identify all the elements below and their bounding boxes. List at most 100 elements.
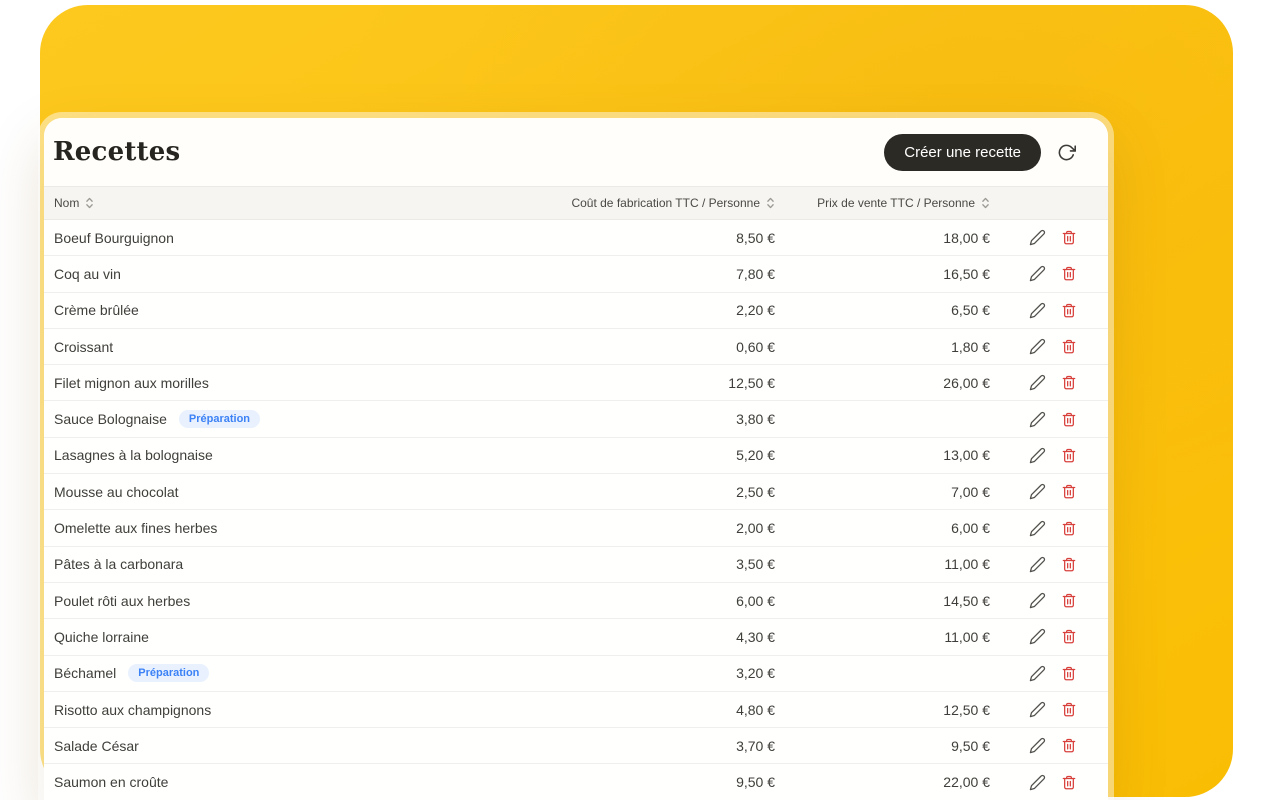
trash-icon (1061, 229, 1077, 246)
column-label: Coût de fabrication TTC / Personne (571, 196, 760, 210)
edit-button[interactable] (1028, 519, 1046, 537)
trash-icon (1061, 592, 1077, 609)
recipe-name: Saumon en croûte (54, 774, 168, 790)
column-label: Nom (54, 196, 79, 210)
pencil-icon (1029, 229, 1046, 246)
delete-button[interactable] (1060, 628, 1078, 646)
recipe-cost: 9,50 € (555, 774, 775, 790)
edit-button[interactable] (1028, 483, 1046, 501)
edit-button[interactable] (1028, 229, 1046, 247)
delete-button[interactable] (1060, 374, 1078, 392)
recipe-name-cell: Quiche lorraine (54, 629, 555, 645)
sort-icon (981, 196, 990, 210)
pencil-icon (1029, 483, 1046, 500)
recipe-name: Pâtes à la carbonara (54, 556, 183, 572)
table-row: Boeuf Bourguignon 8,50 € 18,00 € (44, 220, 1108, 256)
recipe-name: Coq au vin (54, 266, 121, 282)
delete-button[interactable] (1060, 301, 1078, 319)
table-row: Quiche lorraine 4,30 € 11,00 € (44, 619, 1108, 655)
recipe-name-cell: Poulet rôti aux herbes (54, 593, 555, 609)
edit-button[interactable] (1028, 338, 1046, 356)
delete-button[interactable] (1060, 483, 1078, 501)
recipe-name: Mousse au chocolat (54, 484, 179, 500)
refresh-button[interactable] (1054, 140, 1078, 164)
recipe-cost: 6,00 € (555, 593, 775, 609)
sort-icon (766, 196, 775, 210)
recipe-name: Sauce Bolognaise (54, 411, 167, 427)
delete-button[interactable] (1060, 555, 1078, 573)
row-actions (990, 701, 1086, 719)
column-header-prix[interactable]: Prix de vente TTC / Personne (775, 196, 990, 210)
row-actions (990, 737, 1086, 755)
edit-button[interactable] (1028, 301, 1046, 319)
recipe-cost: 3,20 € (555, 665, 775, 681)
recipe-cost: 8,50 € (555, 230, 775, 246)
edit-button[interactable] (1028, 410, 1046, 428)
delete-button[interactable] (1060, 446, 1078, 464)
delete-button[interactable] (1060, 519, 1078, 537)
pencil-icon (1029, 665, 1046, 682)
recipe-cost: 0,60 € (555, 339, 775, 355)
pencil-icon (1029, 411, 1046, 428)
pencil-icon (1029, 520, 1046, 537)
recipe-cost: 4,30 € (555, 629, 775, 645)
recipe-name-cell: Boeuf Bourguignon (54, 230, 555, 246)
recipe-name-cell: Salade César (54, 738, 555, 754)
trash-icon (1061, 483, 1077, 500)
recipe-name: Omelette aux fines herbes (54, 520, 217, 536)
create-recipe-button[interactable]: Créer une recette (884, 134, 1041, 171)
recipe-cost: 3,80 € (555, 411, 775, 427)
recipe-cost: 12,50 € (555, 375, 775, 391)
recipe-name-cell: Risotto aux champignons (54, 702, 555, 718)
trash-icon (1061, 701, 1077, 718)
card-header: Recettes Créer une recette (44, 118, 1108, 186)
edit-button[interactable] (1028, 737, 1046, 755)
recipe-name-cell: Saumon en croûte (54, 774, 555, 790)
recipe-cost: 2,00 € (555, 520, 775, 536)
column-header-nom[interactable]: Nom (54, 196, 555, 210)
delete-button[interactable] (1060, 410, 1078, 428)
row-actions (990, 773, 1086, 791)
row-actions (990, 410, 1086, 428)
delete-button[interactable] (1060, 592, 1078, 610)
edit-button[interactable] (1028, 773, 1046, 791)
recipe-price: 16,50 € (775, 266, 990, 282)
delete-button[interactable] (1060, 737, 1078, 755)
row-actions (990, 265, 1086, 283)
trash-icon (1061, 302, 1077, 319)
table-row: Omelette aux fines herbes 2,00 € 6,00 € (44, 510, 1108, 546)
trash-icon (1061, 374, 1077, 391)
edit-button[interactable] (1028, 374, 1046, 392)
delete-button[interactable] (1060, 701, 1078, 719)
edit-button[interactable] (1028, 628, 1046, 646)
recipe-name: Boeuf Bourguignon (54, 230, 174, 246)
column-header-cout[interactable]: Coût de fabrication TTC / Personne (555, 196, 775, 210)
recipe-name-cell: Crème brûlée (54, 302, 555, 318)
table-row: Béchamel Préparation 3,20 € (44, 656, 1108, 692)
recipe-price: 14,50 € (775, 593, 990, 609)
delete-button[interactable] (1060, 773, 1078, 791)
edit-button[interactable] (1028, 555, 1046, 573)
trash-icon (1061, 665, 1077, 682)
delete-button[interactable] (1060, 265, 1078, 283)
header-actions: Créer une recette (884, 134, 1078, 171)
recipe-price: 1,80 € (775, 339, 990, 355)
recipe-price: 26,00 € (775, 375, 990, 391)
recipe-price: 13,00 € (775, 447, 990, 463)
edit-button[interactable] (1028, 265, 1046, 283)
delete-button[interactable] (1060, 338, 1078, 356)
pencil-icon (1029, 556, 1046, 573)
pencil-icon (1029, 374, 1046, 391)
recipe-price: 18,00 € (775, 230, 990, 246)
recipe-name-cell: Lasagnes à la bolognaise (54, 447, 555, 463)
edit-button[interactable] (1028, 664, 1046, 682)
edit-button[interactable] (1028, 701, 1046, 719)
delete-button[interactable] (1060, 664, 1078, 682)
pencil-icon (1029, 737, 1046, 754)
edit-button[interactable] (1028, 446, 1046, 464)
recipe-name-cell: Omelette aux fines herbes (54, 520, 555, 536)
recipe-price: 6,00 € (775, 520, 990, 536)
table-row: Filet mignon aux morilles 12,50 € 26,00 … (44, 365, 1108, 401)
edit-button[interactable] (1028, 592, 1046, 610)
delete-button[interactable] (1060, 229, 1078, 247)
